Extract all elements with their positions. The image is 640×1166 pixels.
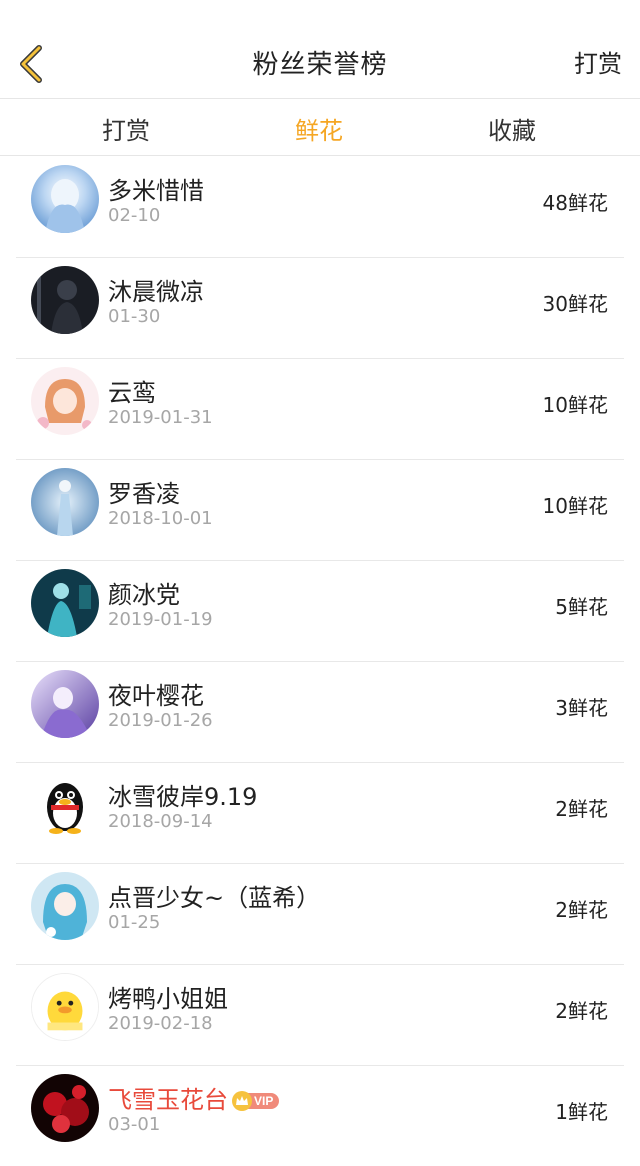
flower-count: 3鲜花 [555, 696, 608, 720]
fan-date: 2019-01-31 [108, 407, 213, 428]
fan-name: 点晋少女~（蓝希） [108, 884, 321, 912]
page-title: 粉丝荣誉榜 [252, 50, 388, 80]
flower-count: 2鲜花 [555, 797, 608, 821]
avatar[interactable] [31, 569, 99, 637]
fan-name: 冰雪彼岸9.19 [108, 783, 258, 811]
flower-count: 2鲜花 [555, 999, 608, 1023]
flower-count: 30鲜花 [542, 292, 608, 316]
avatar[interactable] [31, 468, 99, 536]
avatar[interactable] [31, 1074, 99, 1142]
fan-name: 烤鸭小姐姐 [108, 985, 228, 1013]
fan-name: 云鸾 [108, 379, 156, 407]
fan-date: 01-30 [108, 306, 161, 327]
list-item[interactable]: 烤鸭小姐姐 2019-02-18 2鲜花 [16, 965, 624, 1066]
fan-date: 02-10 [108, 205, 161, 226]
flower-count: 10鲜花 [542, 393, 608, 417]
duck-icon [32, 974, 98, 1040]
flower-count: 5鲜花 [555, 595, 608, 619]
fan-name: 多米惜惜 [108, 177, 204, 205]
avatar[interactable] [31, 771, 99, 839]
fan-date: 2019-02-18 [108, 1013, 213, 1034]
avatar[interactable] [31, 872, 99, 940]
tab-bar: 打赏 鲜花 收藏 [0, 99, 640, 156]
fan-name: 沐晨微凉 [108, 278, 204, 306]
fan-name-vip: 飞雪玉花台 VIP [108, 1080, 280, 1115]
fan-list: 多米惜惜 02-10 48鲜花 沐晨微凉 01-30 30鲜花 云鸾 2019-… [0, 157, 640, 1166]
list-item[interactable]: 冰雪彼岸9.19 2018-09-14 2鲜花 [16, 763, 624, 864]
fan-date: 01-25 [108, 912, 161, 933]
list-item[interactable]: 夜叶樱花 2019-01-26 3鲜花 [16, 662, 624, 763]
flower-count: 1鲜花 [555, 1100, 608, 1124]
qq-penguin-icon [31, 771, 99, 839]
avatar[interactable] [31, 165, 99, 233]
crown-icon [232, 1091, 252, 1111]
fan-date: 2018-09-14 [108, 811, 213, 832]
top-bar: 粉丝荣誉榜 打赏 [0, 0, 640, 99]
fan-date: 2019-01-26 [108, 710, 213, 731]
list-item[interactable]: 沐晨微凉 01-30 30鲜花 [16, 258, 624, 359]
flower-count: 10鲜花 [542, 494, 608, 518]
list-item[interactable]: 点晋少女~（蓝希） 01-25 2鲜花 [16, 864, 624, 965]
avatar[interactable] [31, 266, 99, 334]
fan-date: 2019-01-19 [108, 609, 213, 630]
list-item[interactable]: 多米惜惜 02-10 48鲜花 [16, 157, 624, 258]
list-item[interactable]: 罗香凌 2018-10-01 10鲜花 [16, 460, 624, 561]
fan-name: 颜冰党 [108, 581, 180, 609]
tab-tip[interactable]: 打赏 [102, 111, 150, 146]
vip-badge: VIP [232, 1091, 280, 1111]
list-item[interactable]: 云鸾 2019-01-31 10鲜花 [16, 359, 624, 460]
list-item[interactable]: 颜冰党 2019-01-19 5鲜花 [16, 561, 624, 662]
tip-button[interactable]: 打赏 [574, 44, 622, 79]
fan-name: 夜叶樱花 [108, 682, 204, 710]
fan-name: 罗香凌 [108, 480, 180, 508]
avatar[interactable] [31, 973, 99, 1041]
avatar[interactable] [31, 670, 99, 738]
list-item[interactable]: 飞雪玉花台 VIP 03-01 1鲜花 [16, 1066, 624, 1166]
flower-count: 48鲜花 [542, 191, 608, 215]
tab-favorites[interactable]: 收藏 [488, 111, 536, 146]
fan-date: 2018-10-01 [108, 508, 213, 529]
avatar[interactable] [31, 367, 99, 435]
fan-date: 03-01 [108, 1114, 161, 1135]
fan-name: 飞雪玉花台 [108, 1086, 228, 1114]
tab-flowers[interactable]: 鲜花 [295, 111, 343, 146]
flower-count: 2鲜花 [555, 898, 608, 922]
